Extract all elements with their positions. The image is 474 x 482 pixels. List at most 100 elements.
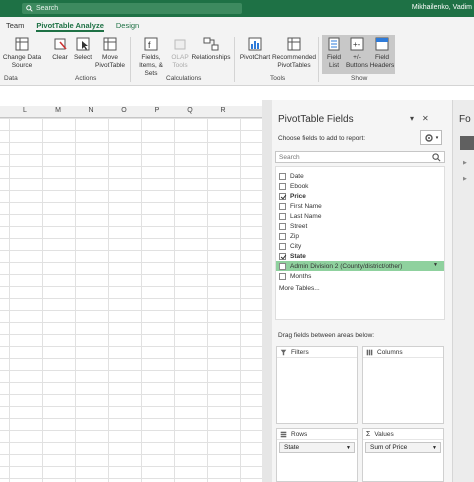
field-item-date[interactable]: Date <box>276 171 444 181</box>
column-header[interactable]: P <box>141 107 173 114</box>
field-item-last-name[interactable]: Last Name <box>276 211 444 221</box>
column-header[interactable]: L <box>9 107 41 114</box>
move-table-icon <box>103 37 117 51</box>
field-item-city[interactable]: City <box>276 241 444 251</box>
field-checkbox[interactable] <box>279 212 286 220</box>
fields-items-sets-button[interactable]: f Fields, Items, & Sets <box>134 36 168 78</box>
columns-label: Columns <box>377 348 403 356</box>
search-box[interactable]: Search <box>22 3 242 14</box>
chevron-down-icon[interactable]: ▾ <box>410 114 414 123</box>
clear-button[interactable]: Clear <box>48 36 72 62</box>
field-checkbox[interactable] <box>279 222 286 230</box>
column-headers: L M N O P Q R <box>0 106 262 118</box>
column-header[interactable]: Q <box>174 107 206 114</box>
rows-field-chip[interactable]: State ▼ <box>279 442 355 453</box>
tab-design[interactable]: Design <box>110 17 145 34</box>
drag-fields-label: Drag fields between areas below: <box>278 332 375 339</box>
field-list-icon <box>328 37 340 51</box>
values-label: Values <box>374 430 394 438</box>
relationships-icon <box>203 37 219 51</box>
field-item-state[interactable]: State <box>276 251 444 261</box>
column-header[interactable]: O <box>108 107 140 114</box>
cell-grid[interactable] <box>0 118 262 482</box>
field-checkbox[interactable] <box>279 242 286 250</box>
column-header[interactable]: N <box>75 107 107 114</box>
pivotchart-button[interactable]: PivotChart <box>238 36 272 62</box>
field-item-price[interactable]: Price <box>276 191 444 201</box>
change-data-source-button[interactable]: Change Data Source <box>2 36 42 70</box>
tools-gear-button[interactable]: ▾ <box>420 130 442 145</box>
pane-title: PivotTable Fields <box>278 114 354 125</box>
fill-icon[interactable] <box>460 136 474 150</box>
field-item-first-name[interactable]: First Name <box>276 201 444 211</box>
select-icon <box>76 37 90 51</box>
chevron-down-icon[interactable]: ▼ <box>432 445 437 451</box>
filters-label: Filters <box>291 348 309 356</box>
columns-icon <box>366 349 373 355</box>
field-list-button[interactable]: Field List <box>323 36 345 70</box>
tab-pivottable-analyze[interactable]: PivotTable Analyze <box>30 17 110 34</box>
pane-divider <box>262 100 272 482</box>
rows-area[interactable]: Rows State ▼ <box>276 428 358 482</box>
values-field-chip[interactable]: Sum of Price ▼ <box>365 442 441 453</box>
group-label-calculations: Calculations <box>166 75 202 82</box>
svg-text:+-: +- <box>353 40 361 49</box>
column-header[interactable]: M <box>42 107 74 114</box>
group-label-actions: Actions <box>75 75 97 82</box>
field-checkbox[interactable] <box>279 262 286 270</box>
field-checkbox[interactable] <box>279 172 286 180</box>
tab-team[interactable]: Team <box>0 17 30 34</box>
group-label-data: Data <box>4 75 18 82</box>
recommended-pivottables-button[interactable]: Recommended PivotTables <box>272 36 316 70</box>
field-headers-icon <box>375 37 389 51</box>
field-item-zip[interactable]: Zip <box>276 231 444 241</box>
rows-icon <box>280 431 287 437</box>
field-checkbox[interactable] <box>279 272 286 280</box>
rows-label: Rows <box>291 430 308 438</box>
group-separator <box>234 37 235 82</box>
filter-icon <box>280 349 287 355</box>
ribbon-tabs: Team PivotTable Analyze Design <box>0 17 474 34</box>
close-icon[interactable]: ✕ <box>422 114 429 123</box>
field-checkbox[interactable] <box>279 182 286 190</box>
field-checkbox-checked[interactable] <box>279 252 286 260</box>
field-item-admin-division[interactable]: Admin Division 2 (County/district/other)… <box>276 261 444 271</box>
values-area[interactable]: Σ Values Sum of Price ▼ <box>362 428 444 482</box>
chevron-down-icon[interactable]: ▼ <box>433 262 438 268</box>
chevron-down-icon: ▾ <box>435 134 439 141</box>
field-checkbox[interactable] <box>279 232 286 240</box>
group-separator <box>318 37 319 82</box>
move-pivottable-button[interactable]: Move PivotTable <box>94 36 126 70</box>
field-item-months[interactable]: Months <box>276 271 444 281</box>
recommended-icon <box>287 37 301 51</box>
more-tables-link[interactable]: More Tables... <box>279 285 320 292</box>
table-source-icon <box>15 37 29 51</box>
title-bar: Search Mikhailenko, Vadim <box>0 0 474 17</box>
olap-icon <box>174 39 186 50</box>
plus-minus-buttons-button[interactable]: +- +/- Buttons <box>345 36 369 70</box>
field-search-input[interactable] <box>276 152 426 162</box>
pivottable-fields-pane: PivotTable Fields ▾ ✕ Choose fields to a… <box>272 100 452 482</box>
field-item-street[interactable]: Street <box>276 221 444 231</box>
field-checkbox[interactable] <box>279 202 286 210</box>
columns-area[interactable]: Columns <box>362 346 444 424</box>
expand-icon[interactable]: ▶ <box>463 160 467 166</box>
field-headers-button[interactable]: Field Headers <box>369 36 395 70</box>
ribbon: Change Data Source Clear Select Move Piv… <box>0 34 474 86</box>
plus-minus-icon: +- <box>350 37 364 51</box>
chevron-down-icon[interactable]: ▼ <box>346 445 351 451</box>
relationships-button[interactable]: Relationships <box>191 36 231 62</box>
field-item-ebook[interactable]: Ebook <box>276 181 444 191</box>
select-button[interactable]: Select <box>72 36 94 62</box>
filters-area[interactable]: Filters <box>276 346 358 424</box>
field-checkbox-checked[interactable] <box>279 192 286 200</box>
user-name[interactable]: Mikhailenko, Vadim <box>412 4 472 11</box>
sigma-icon: Σ <box>366 430 371 438</box>
olap-tools-button: OLAP Tools <box>168 36 192 70</box>
expand-icon[interactable]: ▶ <box>463 176 467 182</box>
group-label-show: Show <box>351 75 368 82</box>
group-label-tools: Tools <box>270 75 286 82</box>
field-search[interactable] <box>275 151 445 163</box>
group-separator <box>130 37 131 82</box>
column-header[interactable]: R <box>207 107 239 114</box>
